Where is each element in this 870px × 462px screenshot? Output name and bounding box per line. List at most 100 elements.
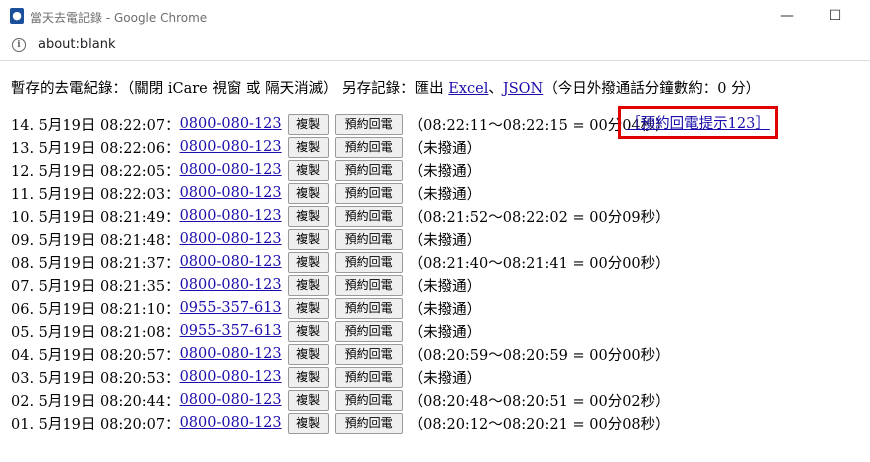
schedule-callback-button[interactable]: 預約回電	[334, 113, 403, 135]
call-status: （未撥通）	[408, 232, 482, 249]
record-time: 07. 5月19日 08:21:35：	[11, 278, 180, 295]
phone-number-link[interactable]: 0800-080-123	[180, 415, 282, 431]
copy-button[interactable]: 複製	[287, 159, 329, 181]
minimize-button[interactable]: —	[764, 0, 810, 33]
header-separator: 、	[488, 81, 503, 97]
window-title: 當天去電記錄 - Google Chrome	[30, 11, 208, 25]
call-status: （未撥通）	[408, 324, 482, 341]
url-text[interactable]: about:blank	[38, 37, 116, 52]
schedule-callback-button[interactable]: 預約回電	[334, 320, 403, 342]
record-time: 06. 5月19日 08:21:10：	[11, 301, 180, 318]
schedule-callback-button[interactable]: 預約回電	[334, 136, 403, 158]
call-record-row: 04. 5月19日 08:20:57： 0800-080-123 複製 預約回電 （08…	[11, 343, 670, 365]
header-prefix: 暫存的去電紀錄：（關閉 iCare 視窗 或 隔天消滅） 另存記錄：匯出	[11, 81, 449, 97]
call-status: （未撥通）	[408, 278, 482, 295]
copy-button[interactable]: 複製	[287, 412, 329, 434]
copy-button[interactable]: 複製	[287, 274, 329, 296]
record-time: 08. 5月19日 08:21:37：	[11, 255, 180, 272]
record-time: 13. 5月19日 08:22:06：	[11, 140, 180, 157]
call-record-row: 13. 5月19日 08:22:06： 0800-080-123 複製 預約回電 （未撥…	[11, 136, 481, 158]
schedule-callback-button[interactable]: 預約回電	[334, 412, 403, 434]
call-status: （未撥通）	[408, 140, 482, 157]
schedule-callback-button[interactable]: 預約回電	[334, 274, 403, 296]
call-record-row: 11. 5月19日 08:22:03： 0800-080-123 複製 預約回電 （未撥…	[11, 182, 481, 204]
export-excel-link[interactable]: Excel	[448, 81, 488, 97]
page-header: 暫存的去電紀錄：（關閉 iCare 視窗 或 隔天消滅） 另存記錄：匯出 Exc…	[11, 77, 760, 98]
phone-number-link[interactable]: 0800-080-123	[180, 277, 282, 293]
copy-button[interactable]: 複製	[287, 113, 329, 135]
address-bar: i about:blank	[0, 33, 870, 61]
call-status: （未撥通）	[408, 370, 482, 387]
record-time: 12. 5月19日 08:22:05：	[11, 163, 180, 180]
call-status: （08:20:59～08:20:59 = 00分00秒）	[408, 347, 670, 364]
call-status: （08:20:12～08:20:21 = 00分08秒）	[408, 416, 670, 433]
call-record-row: 02. 5月19日 08:20:44： 0800-080-123 複製 預約回電 （08…	[11, 389, 670, 411]
record-time: 05. 5月19日 08:21:08：	[11, 324, 180, 341]
call-record-row: 01. 5月19日 08:20:07： 0800-080-123 複製 預約回電 （08…	[11, 412, 670, 434]
copy-button[interactable]: 複製	[287, 366, 329, 388]
schedule-callback-button[interactable]: 預約回電	[334, 182, 403, 204]
copy-button[interactable]: 複製	[287, 136, 329, 158]
phone-number-link[interactable]: 0800-080-123	[180, 369, 282, 385]
call-status: （未撥通）	[408, 301, 482, 318]
maximize-button[interactable]: ☐	[812, 0, 858, 33]
phone-number-link[interactable]: 0800-080-123	[180, 231, 282, 247]
call-status: （未撥通）	[408, 186, 482, 203]
call-record-row: 07. 5月19日 08:21:35： 0800-080-123 複製 預約回電 （未撥…	[11, 274, 481, 296]
copy-button[interactable]: 複製	[287, 343, 329, 365]
header-suffix: （今日外撥通話分鐘數約：0 分）	[543, 81, 761, 97]
record-time: 14. 5月19日 08:22:07：	[11, 117, 180, 134]
reminder-highlight-box: ［預約回電提示123］	[618, 106, 778, 139]
call-record-row: 10. 5月19日 08:21:49： 0800-080-123 複製 預約回電 （08…	[11, 205, 670, 227]
phone-number-link[interactable]: 0800-080-123	[180, 208, 282, 224]
copy-button[interactable]: 複製	[287, 297, 329, 319]
call-record-row: 06. 5月19日 08:21:10： 0955-357-613 複製 預約回電 （未撥…	[11, 297, 481, 319]
record-time: 01. 5月19日 08:20:07：	[11, 416, 180, 433]
info-icon[interactable]: i	[12, 38, 26, 52]
record-time: 04. 5月19日 08:20:57：	[11, 347, 180, 364]
call-status: （08:20:48～08:20:51 = 00分02秒）	[408, 393, 670, 410]
title-bar: ● 當天去電記錄 - Google Chrome — ☐	[0, 0, 870, 33]
call-record-row: 14. 5月19日 08:22:07： 0800-080-123 複製 預約回電 （08…	[11, 113, 670, 135]
app-icon: ●	[10, 8, 24, 24]
record-time: 03. 5月19日 08:20:53：	[11, 370, 180, 387]
copy-button[interactable]: 複製	[287, 320, 329, 342]
callback-reminder-link[interactable]: ［預約回電提示123］	[626, 112, 770, 133]
call-status: （08:21:40～08:21:41 = 00分00秒）	[408, 255, 670, 272]
schedule-callback-button[interactable]: 預約回電	[334, 159, 403, 181]
record-time: 11. 5月19日 08:22:03：	[11, 186, 180, 203]
phone-number-link[interactable]: 0955-357-613	[180, 300, 282, 316]
schedule-callback-button[interactable]: 預約回電	[334, 366, 403, 388]
phone-number-link[interactable]: 0800-080-123	[180, 162, 282, 178]
call-status: （08:21:52～08:22:02 = 00分09秒）	[408, 209, 670, 226]
phone-number-link[interactable]: 0955-357-613	[180, 323, 282, 339]
phone-number-link[interactable]: 0800-080-123	[180, 392, 282, 408]
schedule-callback-button[interactable]: 預約回電	[334, 297, 403, 319]
call-record-row: 08. 5月19日 08:21:37： 0800-080-123 複製 預約回電 （08…	[11, 251, 670, 273]
copy-button[interactable]: 複製	[287, 251, 329, 273]
phone-number-link[interactable]: 0800-080-123	[180, 139, 282, 155]
copy-button[interactable]: 複製	[287, 205, 329, 227]
copy-button[interactable]: 複製	[287, 182, 329, 204]
call-record-row: 05. 5月19日 08:21:08： 0955-357-613 複製 預約回電 （未撥…	[11, 320, 481, 342]
page-content: 暫存的去電紀錄：（關閉 iCare 視窗 或 隔天消滅） 另存記錄：匯出 Exc…	[0, 61, 870, 462]
call-record-row: 12. 5月19日 08:22:05： 0800-080-123 複製 預約回電 （未撥…	[11, 159, 481, 181]
phone-number-link[interactable]: 0800-080-123	[180, 116, 282, 132]
phone-number-link[interactable]: 0800-080-123	[180, 346, 282, 362]
copy-button[interactable]: 複製	[287, 228, 329, 250]
schedule-callback-button[interactable]: 預約回電	[334, 343, 403, 365]
schedule-callback-button[interactable]: 預約回電	[334, 251, 403, 273]
record-time: 09. 5月19日 08:21:48：	[11, 232, 180, 249]
call-status: （未撥通）	[408, 163, 482, 180]
record-time: 02. 5月19日 08:20:44：	[11, 393, 180, 410]
phone-number-link[interactable]: 0800-080-123	[180, 185, 282, 201]
schedule-callback-button[interactable]: 預約回電	[334, 228, 403, 250]
call-record-row: 09. 5月19日 08:21:48： 0800-080-123 複製 預約回電 （未撥…	[11, 228, 481, 250]
copy-button[interactable]: 複製	[287, 389, 329, 411]
export-json-link[interactable]: JSON	[503, 81, 543, 97]
schedule-callback-button[interactable]: 預約回電	[334, 205, 403, 227]
phone-number-link[interactable]: 0800-080-123	[180, 254, 282, 270]
record-time: 10. 5月19日 08:21:49：	[11, 209, 180, 226]
schedule-callback-button[interactable]: 預約回電	[334, 389, 403, 411]
call-record-row: 03. 5月19日 08:20:53： 0800-080-123 複製 預約回電 （未撥…	[11, 366, 481, 388]
